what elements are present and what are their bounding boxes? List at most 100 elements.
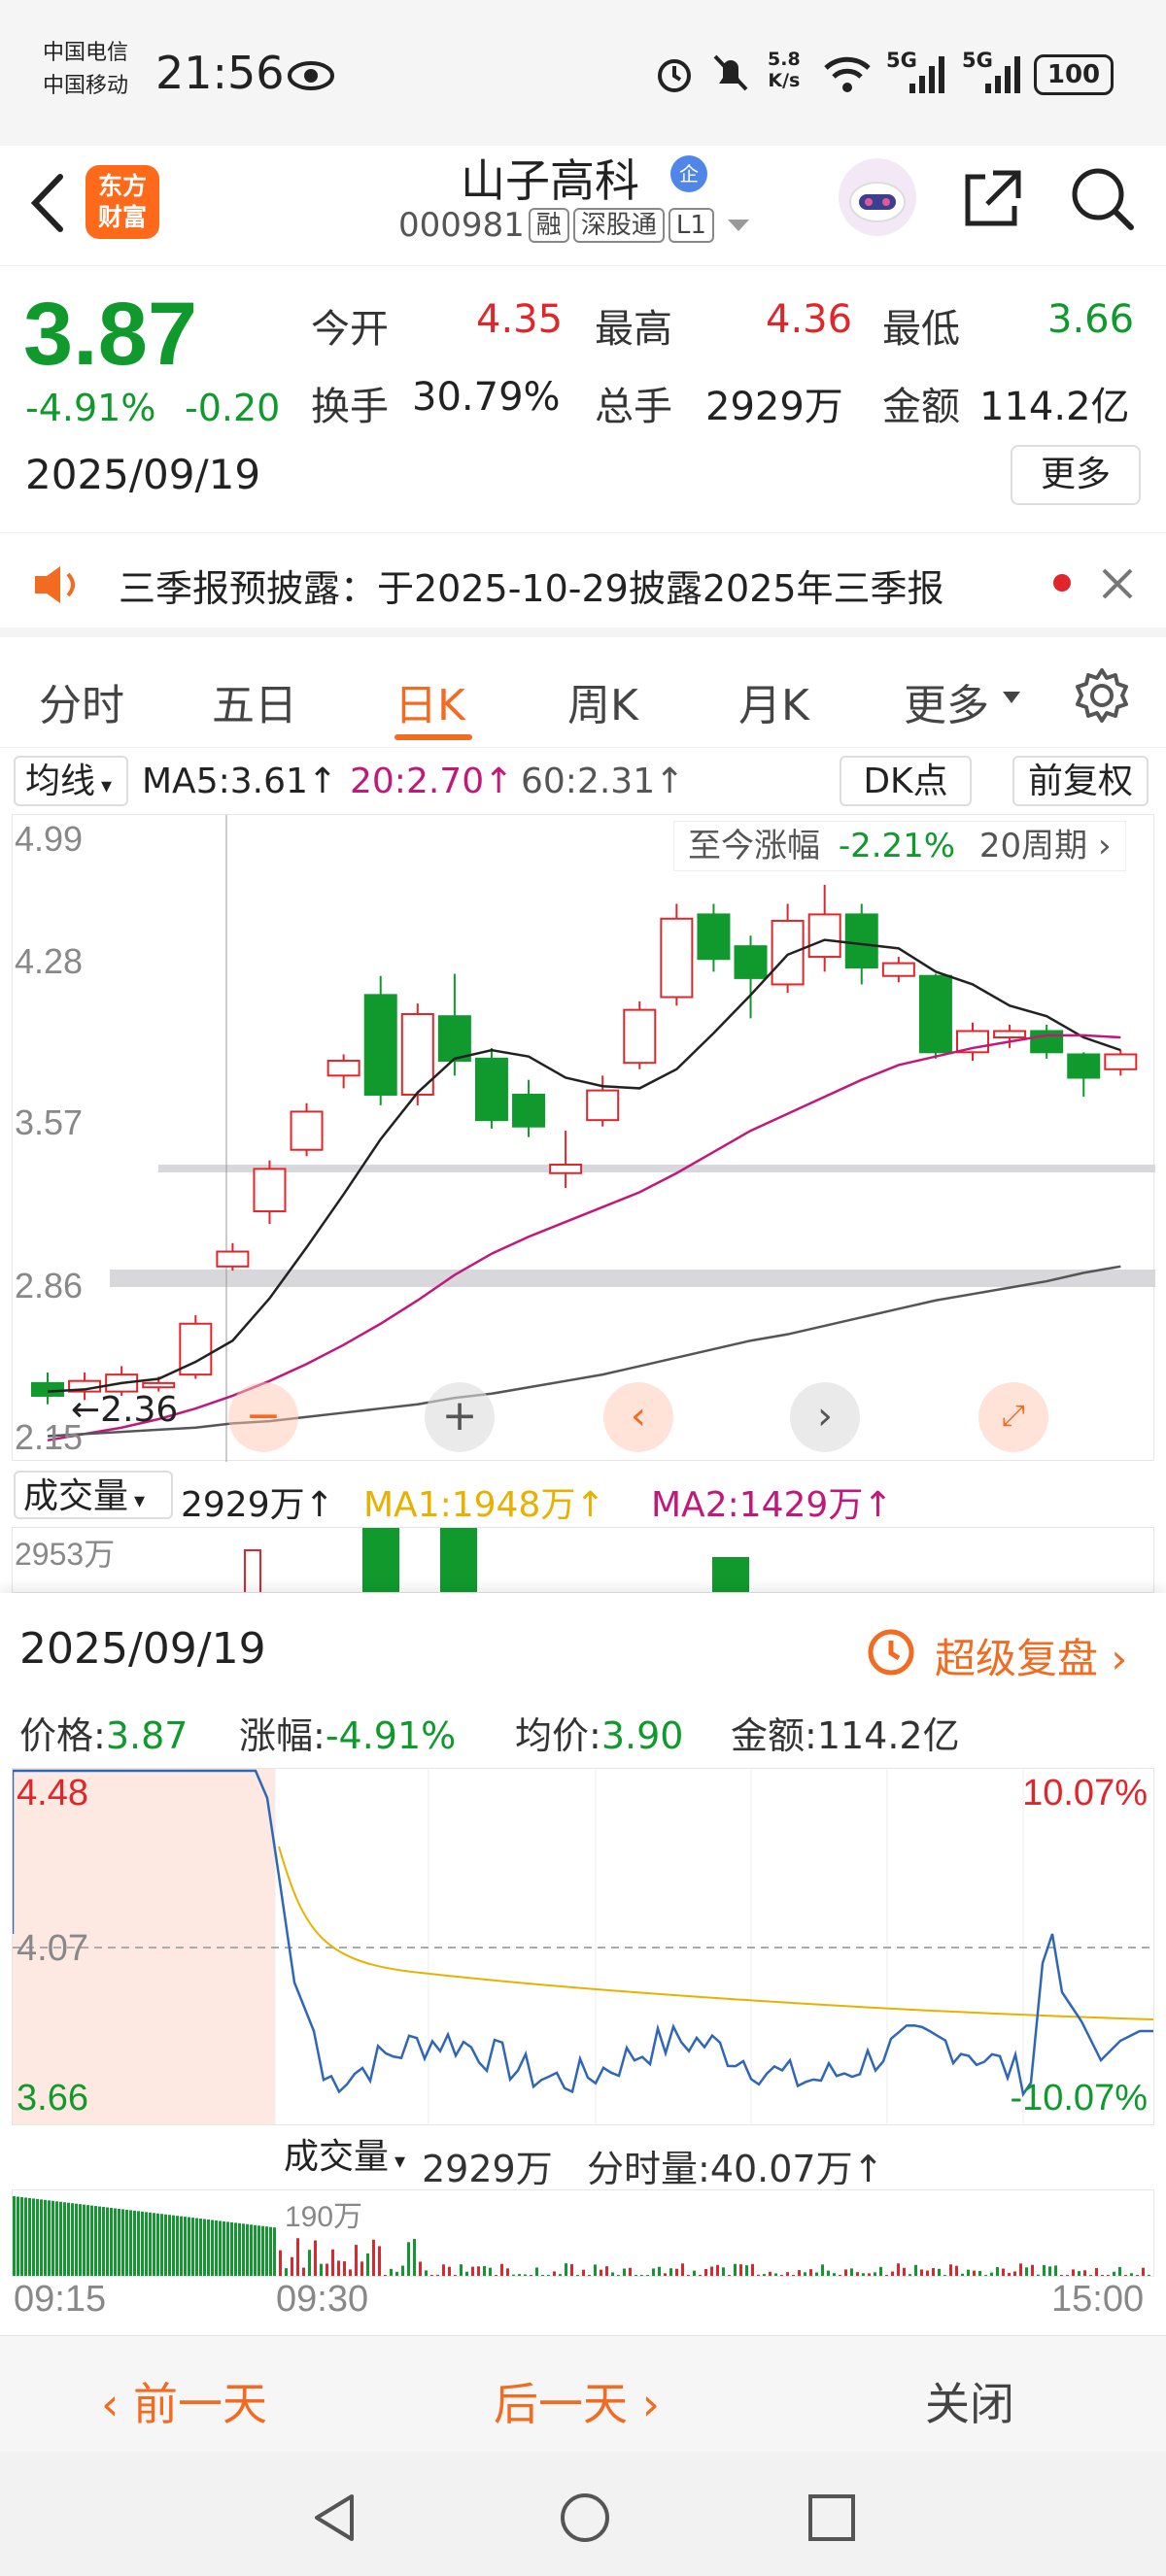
net-speed: 5.8 K/s xyxy=(768,49,801,91)
settings-icon[interactable] xyxy=(1073,666,1131,725)
volume-bar xyxy=(1078,2271,1080,2277)
volume-bar xyxy=(850,2268,853,2277)
volume-bar xyxy=(59,2202,62,2277)
volume-bar xyxy=(804,2272,806,2277)
volume-bar xyxy=(1153,2272,1154,2277)
high-value: 4.36 xyxy=(766,297,852,342)
nav-back-icon[interactable] xyxy=(309,2491,360,2545)
volume-bar xyxy=(448,2267,451,2277)
volume-bar xyxy=(1142,2268,1145,2277)
fullscreen-icon[interactable]: ⤢ xyxy=(978,1382,1048,1452)
ma-selector[interactable]: 均线 ▾ xyxy=(14,756,128,806)
prev-day-button[interactable]: ‹ 前一天 xyxy=(101,2369,267,2433)
volume-bar xyxy=(669,2268,672,2277)
kline-chart[interactable]: 4.99 4.28 3.57 2.86 2.15 至今涨幅 -2.21% 20周… xyxy=(12,814,1154,1461)
volume-bar xyxy=(191,2218,194,2277)
panel-avg: 均价:3.90 xyxy=(515,1706,683,1759)
app-logo: 东方 财富 xyxy=(86,165,159,239)
volume-bar xyxy=(879,2267,882,2277)
tab-weekly-k[interactable]: 周K xyxy=(567,670,638,732)
nav-home-icon[interactable] xyxy=(558,2491,612,2545)
volume-bar xyxy=(588,2275,591,2277)
volume-bar xyxy=(326,2263,328,2277)
volume-bar xyxy=(137,2211,140,2277)
volume-bar xyxy=(355,2245,358,2277)
volume-bar xyxy=(1066,2275,1069,2277)
volume-bar xyxy=(460,2264,463,2277)
tab-more[interactable]: 更多 xyxy=(904,670,989,732)
close-panel-button[interactable]: 关闭 xyxy=(925,2369,1014,2433)
volume-bar xyxy=(195,2219,198,2277)
panel-date: 2025/09/19 xyxy=(19,1624,266,1674)
intraday-volume-selector[interactable]: 成交量 ▾ xyxy=(276,2133,420,2182)
scroll-left-button[interactable]: ‹ xyxy=(603,1382,673,1452)
volume-bar xyxy=(1136,2275,1139,2277)
close-icon[interactable] xyxy=(1098,564,1137,603)
volume-bar xyxy=(932,2268,935,2277)
volume-bar xyxy=(792,2275,795,2277)
volume-bar xyxy=(471,2267,474,2277)
candle-body xyxy=(217,1252,248,1267)
y-tick-2: 3.57 xyxy=(15,1102,83,1143)
volume-bar xyxy=(63,2202,66,2277)
tab-daily-k[interactable]: 日K xyxy=(394,670,465,732)
period-gain-box[interactable]: 至今涨幅 -2.21% 20周期 › xyxy=(673,821,1126,871)
volume-bar xyxy=(897,2263,900,2277)
volume-bar xyxy=(903,2268,906,2277)
battery-indicator: 100 xyxy=(1034,54,1114,95)
search-icon[interactable] xyxy=(1067,163,1137,233)
turnover-value: 30.79% xyxy=(412,375,561,420)
volume-bar xyxy=(366,2254,369,2277)
volume-selector[interactable]: 成交量 ▾ xyxy=(14,1471,173,1519)
volume-bar xyxy=(269,2227,272,2277)
notice-bar[interactable]: 三季报预披露：于2025-10-29披露2025年三季报 xyxy=(0,532,1166,637)
volume-bar xyxy=(978,2271,981,2277)
volume-bar xyxy=(102,2207,105,2277)
volume-bar xyxy=(230,2222,233,2277)
candle-body xyxy=(365,995,396,1095)
tab-intraday[interactable]: 分时 xyxy=(39,670,124,732)
zoom-in-button[interactable]: + xyxy=(425,1382,495,1452)
volume-bar xyxy=(926,2271,929,2277)
tab-monthly-k[interactable]: 月K xyxy=(738,670,809,732)
volume-bar xyxy=(518,2274,521,2277)
volume-bar xyxy=(1002,2269,1005,2277)
share-icon[interactable] xyxy=(958,163,1028,233)
volume-bar xyxy=(1148,2275,1150,2277)
volume-bar xyxy=(79,2204,82,2277)
nav-recents-icon[interactable] xyxy=(806,2492,857,2543)
caret-down-icon xyxy=(1001,690,1022,705)
tab-five-day[interactable]: 五日 xyxy=(212,670,297,732)
volume-bar xyxy=(728,2275,731,2277)
volume-bar xyxy=(1025,2267,1028,2277)
super-replay-link[interactable]: 超级复盘 › xyxy=(935,1626,1127,1685)
volume-bar xyxy=(331,2250,334,2277)
more-quote-button[interactable]: 更多 xyxy=(1011,445,1141,505)
volume-bar xyxy=(71,2203,74,2277)
adjust-button[interactable]: 前复权 xyxy=(1012,756,1149,806)
vol-ma1-label: MA1:1948万↑ xyxy=(363,1476,605,1527)
robot-assistant-icon[interactable] xyxy=(836,155,919,239)
dk-point-button[interactable]: DK点 xyxy=(840,756,972,806)
volume-bar xyxy=(827,2271,830,2277)
volume-bar xyxy=(844,2269,847,2277)
amount-label: 金额 xyxy=(882,375,960,431)
volume-bar xyxy=(535,2267,538,2277)
intraday-chart[interactable]: 4.48 4.07 3.66 10.07% -10.07% xyxy=(12,1768,1154,2125)
volume-bar xyxy=(454,2275,457,2277)
volume-bar xyxy=(874,2272,876,2277)
next-day-button[interactable]: 后一天 › xyxy=(494,2369,660,2433)
volume-bar xyxy=(920,2269,923,2277)
y-tick-1: 4.28 xyxy=(15,941,83,982)
volume-bar xyxy=(384,2275,387,2277)
back-icon[interactable] xyxy=(23,169,72,237)
volume-bar xyxy=(617,2275,620,2277)
volume-bar xyxy=(716,2265,719,2277)
zoom-out-button[interactable]: − xyxy=(228,1382,298,1452)
scroll-right-button[interactable]: › xyxy=(790,1382,860,1452)
volume-bar xyxy=(704,2269,707,2277)
y-tick-3: 2.86 xyxy=(15,1266,83,1306)
chevron-down-icon[interactable] xyxy=(724,216,753,235)
panel-change: 涨幅:-4.91% xyxy=(239,1706,456,1759)
volume-value: 2929万 xyxy=(705,375,843,431)
